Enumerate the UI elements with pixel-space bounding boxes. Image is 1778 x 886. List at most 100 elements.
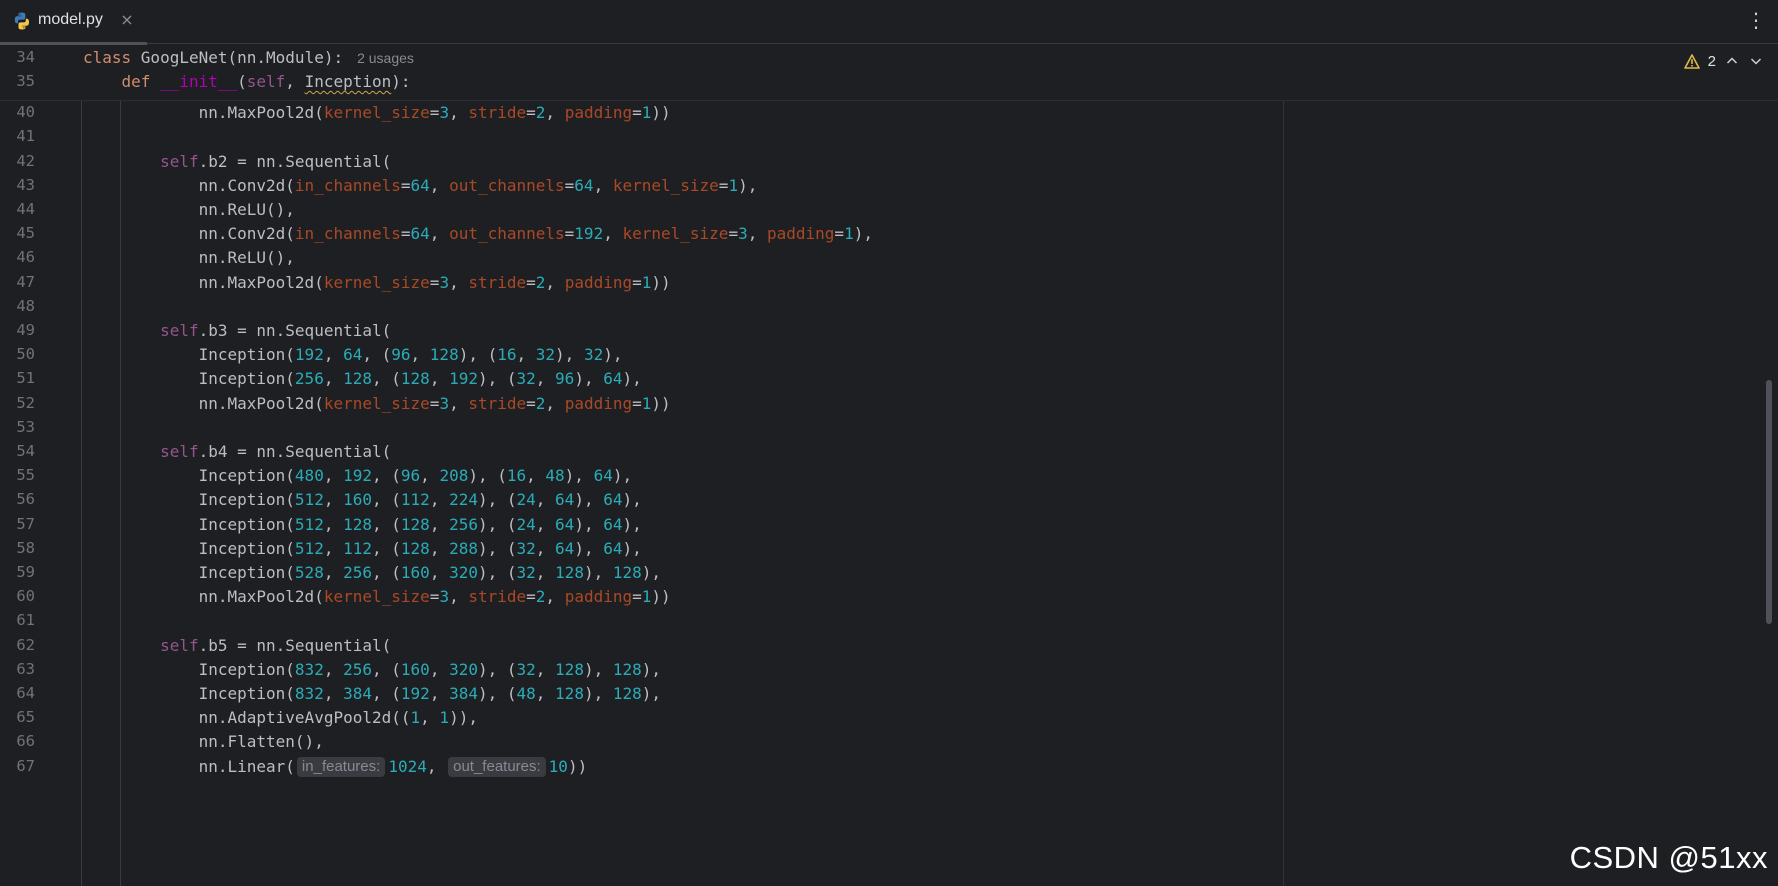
code-text[interactable]: Inception(512, 112, (128, 288), (32, 64)…	[83, 535, 642, 562]
line-number[interactable]: 49	[0, 317, 35, 344]
line-number[interactable]: 52	[0, 390, 35, 417]
code-text[interactable]: Inception(256, 128, (128, 192), (32, 96)…	[83, 365, 642, 392]
code-text[interactable]: Inception(832, 256, (160, 320), (32, 128…	[83, 656, 661, 683]
code-text[interactable]: Inception(480, 192, (96, 208), (16, 48),…	[83, 462, 633, 489]
line-number[interactable]: 47	[0, 269, 35, 296]
code-line[interactable]: 62 self.b5 = nn.Sequential(	[0, 632, 1760, 659]
inspection-widget[interactable]: 2	[1683, 50, 1764, 72]
line-number[interactable]: 58	[0, 535, 35, 562]
code-line[interactable]: 63 Inception(832, 256, (160, 320), (32, …	[0, 656, 1760, 683]
code-token: ),	[564, 466, 594, 485]
code-text[interactable]: self.b5 = nn.Sequential(	[83, 632, 391, 659]
code-line[interactable]: 47 nn.MaxPool2d(kernel_size=3, stride=2,…	[0, 269, 1760, 296]
code-line[interactable]: 66 nn.Flatten(),	[0, 728, 1760, 755]
code-line[interactable]: 46 nn.ReLU(),	[0, 244, 1760, 271]
vertical-scrollbar[interactable]	[1766, 380, 1772, 624]
close-icon[interactable]: ×	[118, 10, 136, 30]
usages-hint[interactable]: 2 usages	[357, 50, 414, 66]
code-text[interactable]: nn.AdaptiveAvgPool2d((1, 1)),	[83, 704, 478, 731]
code-line[interactable]: 43 nn.Conv2d(in_channels=64, out_channel…	[0, 172, 1760, 199]
code-text[interactable]: Inception(192, 64, (96, 128), (16, 32), …	[83, 341, 623, 368]
code-line[interactable]: 52 nn.MaxPool2d(kernel_size=3, stride=2,…	[0, 390, 1760, 417]
code-text[interactable]: nn.ReLU(),	[83, 244, 295, 271]
code-line[interactable]: 57 Inception(512, 128, (128, 256), (24, …	[0, 511, 1760, 538]
line-number[interactable]: 51	[0, 365, 35, 392]
line-number[interactable]: 66	[0, 728, 35, 755]
code-text[interactable]: def __init__(self, Inception):	[83, 68, 411, 95]
line-number[interactable]: 48	[0, 293, 35, 320]
code-text[interactable]: self.b2 = nn.Sequential(	[83, 148, 391, 175]
line-number[interactable]: 50	[0, 341, 35, 368]
line-number[interactable]: 62	[0, 632, 35, 659]
code-text[interactable]: self.b4 = nn.Sequential(	[83, 438, 391, 465]
code-line[interactable]: 53	[0, 414, 1760, 441]
code-editor[interactable]: 34 class GoogLeNet(nn.Module): 2 usages 35 …	[0, 45, 1778, 886]
line-number[interactable]: 43	[0, 172, 35, 199]
code-text[interactable]: nn.MaxPool2d(kernel_size=3, stride=2, pa…	[83, 99, 671, 126]
line-number[interactable]: 45	[0, 220, 35, 247]
code-line[interactable]: 55 Inception(480, 192, (96, 208), (16, 4…	[0, 462, 1760, 489]
code-line[interactable]: 61	[0, 607, 1760, 634]
line-number[interactable]: 46	[0, 244, 35, 271]
sticky-scope-header[interactable]: 34 class GoogLeNet(nn.Module): 2 usages 35 …	[0, 45, 1778, 101]
line-number[interactable]: 55	[0, 462, 35, 489]
code-line[interactable]: 58 Inception(512, 112, (128, 288), (32, …	[0, 535, 1760, 562]
code-line[interactable]: 49 self.b3 = nn.Sequential(	[0, 317, 1760, 344]
more-options-icon[interactable]: ⋮	[1746, 8, 1766, 32]
code-line[interactable]: 41	[0, 123, 1760, 150]
code-line[interactable]: 42 self.b2 = nn.Sequential(	[0, 148, 1760, 175]
line-number[interactable]: 65	[0, 704, 35, 731]
code-token: nn.ReLU(),	[83, 200, 295, 219]
chevron-down-icon[interactable]	[1748, 53, 1764, 69]
code-line[interactable]: 35 def __init__(self, Inception):	[0, 68, 1760, 95]
code-text[interactable]: nn.Flatten(),	[83, 728, 324, 755]
line-number[interactable]: 61	[0, 607, 35, 634]
code-text[interactable]: nn.MaxPool2d(kernel_size=3, stride=2, pa…	[83, 269, 671, 296]
code-line[interactable]: 50 Inception(192, 64, (96, 128), (16, 32…	[0, 341, 1760, 368]
code-line[interactable]: 56 Inception(512, 160, (112, 224), (24, …	[0, 486, 1760, 513]
code-text[interactable]: nn.Conv2d(in_channels=64, out_channels=1…	[83, 220, 873, 247]
line-number[interactable]: 57	[0, 511, 35, 538]
code-line[interactable]: 60 nn.MaxPool2d(kernel_size=3, stride=2,…	[0, 583, 1760, 610]
code-token: 288	[449, 539, 478, 558]
line-number[interactable]: 67	[0, 753, 35, 780]
code-token: Inception(	[83, 515, 295, 534]
code-token: .b3 = nn.Sequential(	[198, 321, 392, 340]
line-number[interactable]: 44	[0, 196, 35, 223]
code-token: =	[564, 176, 575, 195]
line-number[interactable]: 64	[0, 680, 35, 707]
code-text[interactable]: Inception(512, 160, (112, 224), (24, 64)…	[83, 486, 642, 513]
line-number[interactable]: 41	[0, 123, 35, 150]
code-token: =	[564, 224, 575, 243]
line-number[interactable]: 53	[0, 414, 35, 441]
line-number[interactable]: 56	[0, 486, 35, 513]
line-number[interactable]: 63	[0, 656, 35, 683]
line-number[interactable]: 60	[0, 583, 35, 610]
code-line[interactable]: 48	[0, 293, 1760, 320]
code-text[interactable]: nn.Linear(in_features: 1024, out_features…	[83, 753, 587, 780]
code-line[interactable]: 59 Inception(528, 256, (160, 320), (32, …	[0, 559, 1760, 586]
code-line[interactable]: 64 Inception(832, 384, (192, 384), (48, …	[0, 680, 1760, 707]
code-line[interactable]: 40 nn.MaxPool2d(kernel_size=3, stride=2,…	[0, 99, 1760, 126]
line-number[interactable]: 40	[0, 99, 35, 126]
code-line[interactable]: 44 nn.ReLU(),	[0, 196, 1760, 223]
code-text[interactable]: Inception(512, 128, (128, 256), (24, 64)…	[83, 511, 642, 538]
code-text[interactable]: nn.MaxPool2d(kernel_size=3, stride=2, pa…	[83, 583, 671, 610]
tab-model-py[interactable]: model.py ×	[0, 0, 147, 45]
line-number[interactable]: 59	[0, 559, 35, 586]
line-number[interactable]: 35	[0, 68, 35, 95]
line-number[interactable]: 42	[0, 148, 35, 175]
code-line[interactable]: 51 Inception(256, 128, (128, 192), (32, …	[0, 365, 1760, 392]
code-text[interactable]: nn.Conv2d(in_channels=64, out_channels=6…	[83, 172, 758, 199]
code-text[interactable]: nn.ReLU(),	[83, 196, 295, 223]
line-number[interactable]: 54	[0, 438, 35, 465]
code-text[interactable]: nn.MaxPool2d(kernel_size=3, stride=2, pa…	[83, 390, 671, 417]
code-line[interactable]: 65 nn.AdaptiveAvgPool2d((1, 1)),	[0, 704, 1760, 731]
code-line[interactable]: 45 nn.Conv2d(in_channels=64, out_channel…	[0, 220, 1760, 247]
code-text[interactable]: Inception(832, 384, (192, 384), (48, 128…	[83, 680, 661, 707]
code-text[interactable]: self.b3 = nn.Sequential(	[83, 317, 391, 344]
code-line[interactable]: 67 nn.Linear(in_features: 1024, out_featu…	[0, 753, 1760, 780]
code-line[interactable]: 54 self.b4 = nn.Sequential(	[0, 438, 1760, 465]
code-text[interactable]: Inception(528, 256, (160, 320), (32, 128…	[83, 559, 661, 586]
chevron-up-icon[interactable]	[1724, 53, 1740, 69]
